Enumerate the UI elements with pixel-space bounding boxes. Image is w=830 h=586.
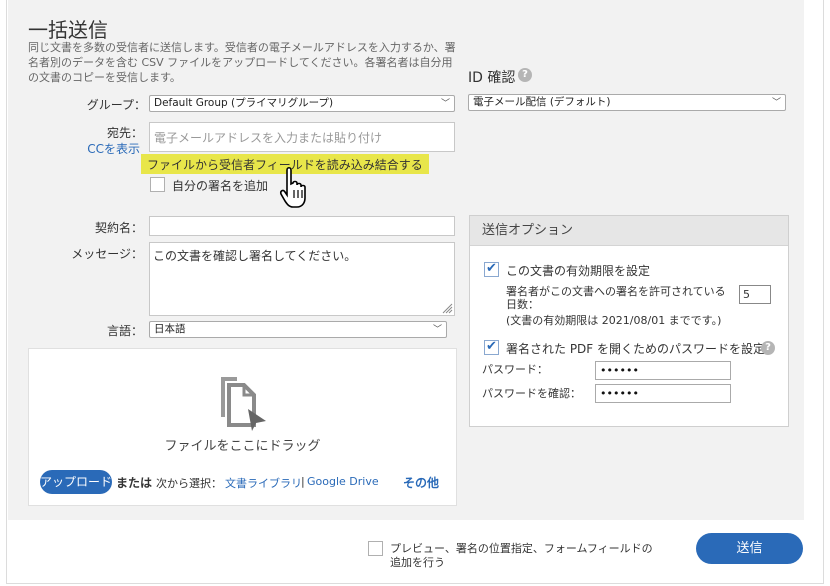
send-options-box: 送信オプション この文書の有効期限を設定 署名者がこの文書への署名を許可されてい… (469, 215, 789, 427)
drag-files-text: ファイルをここにドラッグ (164, 439, 321, 454)
chevron-down-icon: ﹀ (440, 99, 450, 109)
expiry-checkbox[interactable] (484, 261, 499, 277)
agreement-name-label: 契約名： (94, 221, 143, 235)
confirm-password-input[interactable]: •••••• (595, 384, 731, 403)
preview-label-line2: 追加を行う (390, 556, 445, 569)
add-me-label: 自分の署名を追加 (172, 179, 269, 193)
days-input[interactable]: 5 (739, 285, 771, 304)
message-text: この文書を確認し署名してください。 (153, 249, 357, 263)
chevron-down-icon: ﹀ (771, 98, 781, 108)
hand-cursor-icon (280, 166, 306, 208)
more-sources-link[interactable]: その他 (403, 474, 439, 491)
language-label: 言語： (106, 324, 143, 338)
preview-checkbox[interactable] (368, 541, 383, 556)
link-separator: | (301, 475, 305, 488)
id-check-select[interactable]: 電子メール配信 (デフォルト) ﹀ (468, 94, 786, 111)
password-field-label: パスワード： (482, 363, 548, 376)
select-from-text: 次から選択： (156, 477, 222, 490)
agreement-name-input[interactable] (149, 216, 455, 236)
chevron-down-icon: ﹀ (432, 325, 442, 335)
password-option-label: 署名された PDF を開くためのパスワードを設定 (506, 342, 766, 356)
recipient-label: 宛先： (106, 126, 143, 140)
password-input[interactable]: •••••• (595, 361, 731, 380)
recipient-input[interactable]: 電子メールアドレスを入力または貼り付け (149, 122, 455, 152)
message-label: メッセージ： (71, 247, 143, 261)
confirm-password-label: パスワードを確認： (482, 387, 581, 400)
resize-handle-icon[interactable] (441, 302, 453, 314)
bulk-send-panel: 一括送信 同じ文書を多数の受信者に送信します。受信者の電子メールアドレスを入力す… (8, 0, 804, 520)
password-checkbox[interactable] (484, 339, 499, 355)
help-icon[interactable]: ? (761, 341, 775, 355)
id-check-select-value: 電子メール配信 (デフォルト) (473, 96, 611, 108)
group-select-value: Default Group (プライマリグループ) (154, 97, 334, 109)
show-cc-link[interactable]: CCを表示 (84, 140, 140, 157)
file-dropzone[interactable]: ファイルをここにドラッグ アップロード または 次から選択： 文書ライブラリ |… (28, 348, 457, 506)
preview-label: プレビュー、署名の位置指定、フォームフィールドの 追加を行う (390, 542, 653, 570)
add-file-icon (221, 377, 266, 431)
document-library-link[interactable]: 文書ライブラリ (225, 475, 302, 491)
preview-label-line1: プレビュー、署名の位置指定、フォームフィールドの (390, 542, 653, 555)
help-icon[interactable]: ? (518, 68, 532, 82)
add-me-checkbox[interactable] (150, 177, 165, 192)
send-options-title: 送信オプション (470, 216, 788, 246)
expiry-note: (文書の有効期限は 2021/08/01 までです。) (506, 314, 722, 327)
expiry-label: この文書の有効期限を設定 (506, 264, 651, 278)
group-select[interactable]: Default Group (プライマリグループ) ﹀ (149, 95, 455, 112)
google-drive-link[interactable]: Google Drive (307, 475, 379, 488)
days-label: 署名者がこの文書への署名を許可されている日数： (506, 285, 726, 311)
page-title: 一括送信 (28, 18, 108, 42)
message-textarea[interactable]: この文書を確認し署名してください。 (149, 242, 455, 316)
or-text: または (116, 476, 153, 490)
page-description: 同じ文書を多数の受信者に送信します。受信者の電子メールアドレスを入力するか、署名… (28, 41, 456, 84)
group-label: グループ： (86, 98, 146, 112)
upload-button[interactable]: アップロード (40, 470, 112, 494)
id-check-title: ID 確認 (468, 70, 516, 86)
language-select-value: 日本語 (154, 323, 186, 335)
send-button[interactable]: 送信 (696, 533, 803, 564)
language-select[interactable]: 日本語 ﹀ (149, 321, 447, 338)
